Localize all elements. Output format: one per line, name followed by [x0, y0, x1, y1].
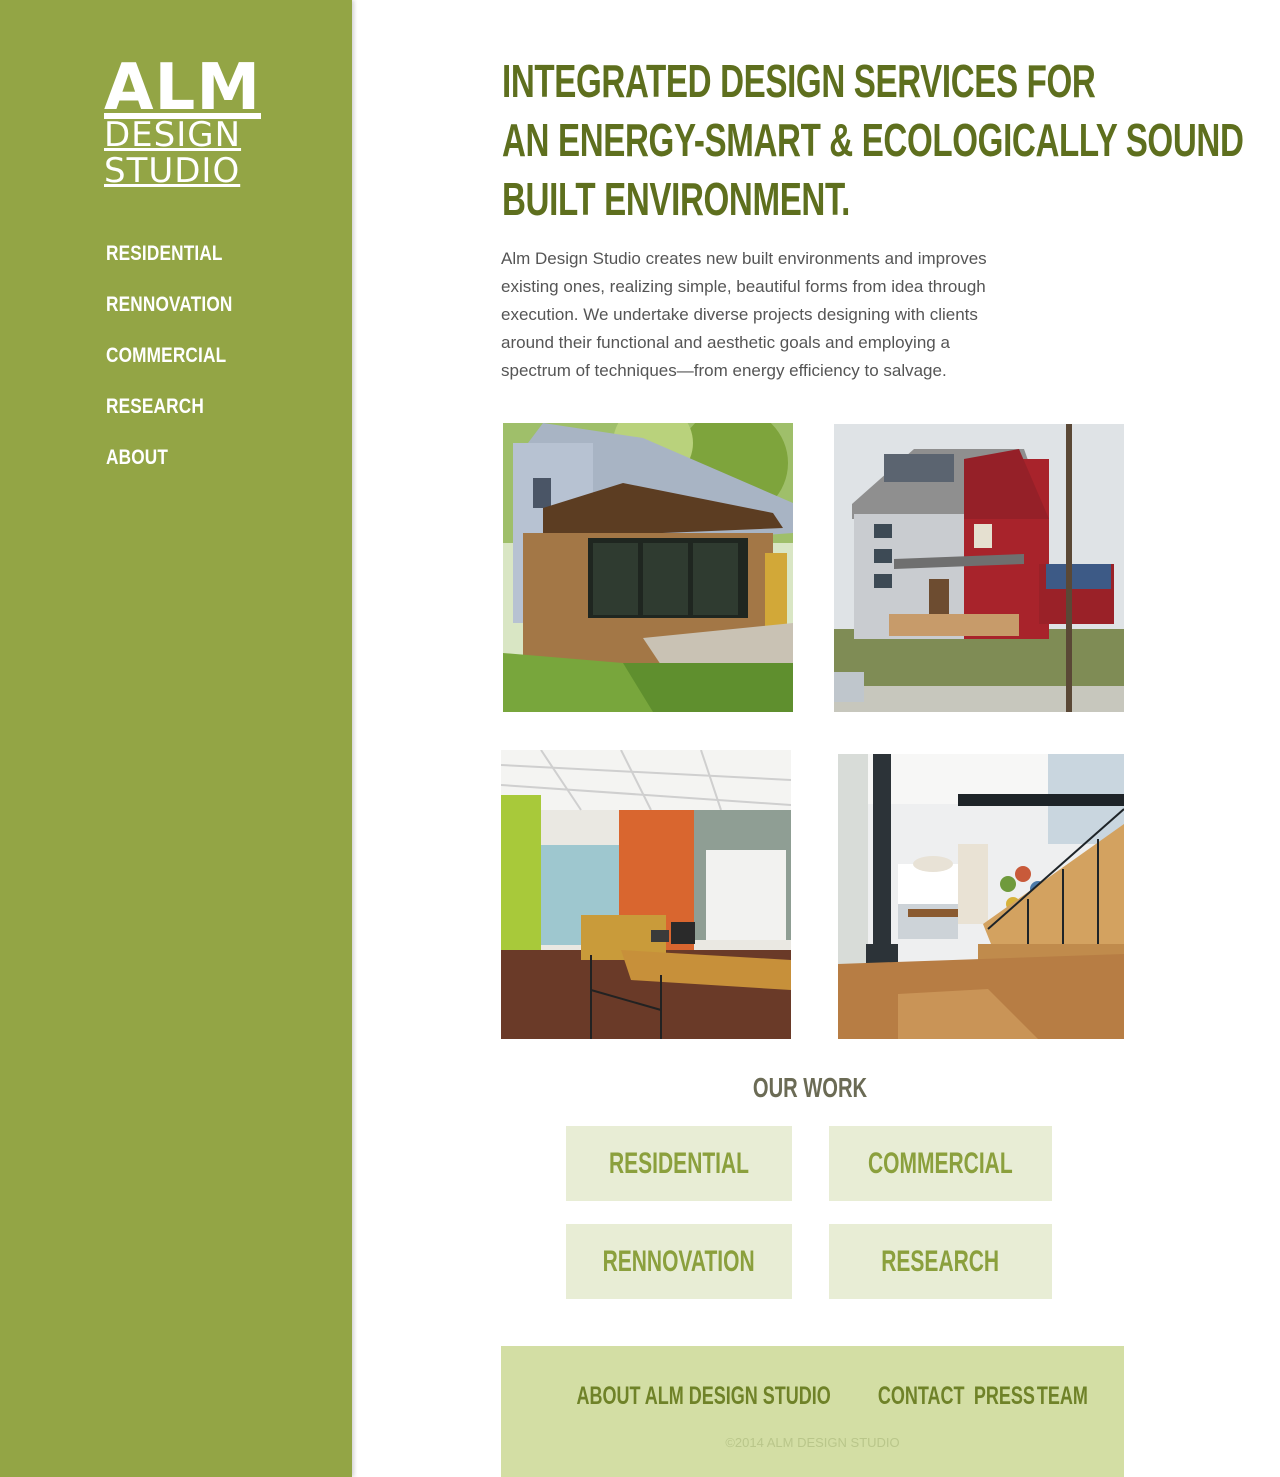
logo-line-studio: STUDIO — [104, 151, 241, 191]
sidebar: ALM DESIGN STUDIO RESIDENTIAL RENNOVATIO… — [0, 0, 352, 1477]
sidebar-link-rennovation[interactable]: RENNOVATION — [106, 293, 232, 317]
footer-nav: ABOUT ALM DESIGN STUDIO CONTACT PRESS TE… — [501, 1382, 1124, 1411]
work-button-research[interactable]: RESEARCH — [829, 1224, 1052, 1299]
headline-line-2: AN ENERGY-SMART & ECOLOGICALLY SOUND — [502, 114, 1244, 166]
photo-red-house[interactable] — [834, 424, 1124, 712]
footer-link-about[interactable]: ABOUT ALM DESIGN STUDIO — [577, 1382, 831, 1411]
work-button-residential[interactable]: RESIDENTIAL — [566, 1126, 792, 1201]
footer-link-contact[interactable]: CONTACT — [878, 1382, 965, 1411]
sidebar-item-research: RESEARCH — [106, 395, 260, 446]
sidebar-item-about: ABOUT — [106, 446, 260, 497]
sidebar-nav: RESIDENTIAL RENNOVATION COMMERCIAL RESEA… — [106, 242, 260, 497]
photo-office-interior[interactable] — [501, 750, 791, 1039]
footer: ABOUT ALM DESIGN STUDIO CONTACT PRESS TE… — [501, 1346, 1124, 1477]
footer-link-press[interactable]: PRESS — [974, 1382, 1035, 1411]
copyright-text: ©2014 ALM DESIGN STUDIO — [725, 1435, 900, 1450]
sidebar-link-commercial[interactable]: COMMERCIAL — [106, 344, 226, 368]
sidebar-item-commercial: COMMERCIAL — [106, 344, 260, 395]
sidebar-link-residential[interactable]: RESIDENTIAL — [106, 242, 223, 266]
footer-link-team[interactable]: TEAM — [1037, 1382, 1088, 1411]
work-button-label: RESEARCH — [881, 1244, 1000, 1278]
logo-line-design: DESIGN — [104, 115, 242, 155]
headline-line-1: INTEGRATED DESIGN SERVICES FOR — [502, 55, 1096, 107]
work-button-rennovation[interactable]: RENNOVATION — [566, 1224, 792, 1299]
work-button-label: RESIDENTIAL — [608, 1146, 749, 1180]
our-work-heading: OUR WORK — [752, 1072, 868, 1103]
photo-wood-addition[interactable] — [503, 423, 793, 712]
sidebar-link-research[interactable]: RESEARCH — [106, 395, 204, 419]
sidebar-item-residential: RESIDENTIAL — [106, 242, 260, 293]
sidebar-link-about[interactable]: ABOUT — [106, 446, 168, 470]
site-logo[interactable]: ALM DESIGN STUDIO — [104, 56, 261, 190]
work-button-label: COMMERCIAL — [868, 1146, 1013, 1180]
work-button-label: RENNOVATION — [602, 1244, 756, 1278]
work-button-commercial[interactable]: COMMERCIAL — [829, 1126, 1052, 1201]
logo-line-alm: ALM — [104, 51, 261, 125]
page: ALM DESIGN STUDIO RESIDENTIAL RENNOVATIO… — [0, 0, 1280, 1477]
sidebar-item-rennovation: RENNOVATION — [106, 293, 260, 344]
page-headline: INTEGRATED DESIGN SERVICES FOR AN ENERGY… — [502, 52, 1244, 229]
photo-stair-interior[interactable] — [838, 754, 1124, 1039]
intro-paragraph: Alm Design Studio creates new built envi… — [501, 249, 987, 380]
headline-line-3: BUILT ENVIRONMENT. — [502, 173, 851, 225]
